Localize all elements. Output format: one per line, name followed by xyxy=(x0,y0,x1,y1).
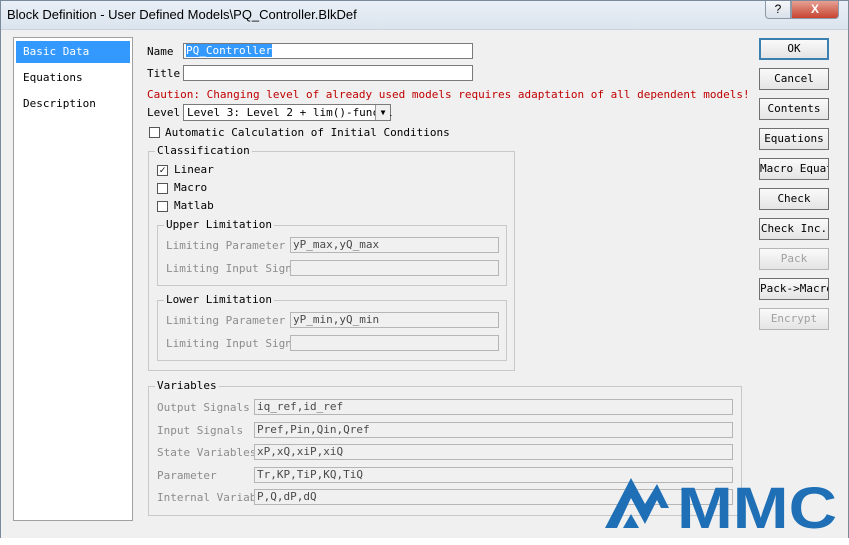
upper-param-label: Limiting Parameter xyxy=(166,239,286,252)
state-variables-label: State Variables xyxy=(157,446,257,459)
tab-panel: Basic Data Equations Description xyxy=(13,37,133,521)
output-signals-label: Output Signals xyxy=(157,401,250,414)
upper-limitation-group: Upper Limitation Limiting Parameter yP_m… xyxy=(157,218,507,286)
dialog-window: Block Definition - User Defined Models\P… xyxy=(0,0,849,545)
input-signals-field[interactable]: Pref,Pin,Qin,Qref xyxy=(254,422,733,438)
title-label: Title xyxy=(147,67,181,80)
output-signals-field[interactable]: iq_ref,id_ref xyxy=(254,399,733,415)
dialog-client: Basic Data Equations Description Name PQ… xyxy=(7,31,842,538)
macro-equat-button[interactable]: Macro Equat. xyxy=(759,158,829,180)
close-button[interactable]: X xyxy=(791,1,839,19)
check-inc-button[interactable]: Check Inc. xyxy=(759,218,829,240)
internal-variables-label: Internal Variabl xyxy=(157,491,263,504)
check-button[interactable]: Check xyxy=(759,188,829,210)
upper-param-field[interactable]: yP_max,yQ_max xyxy=(290,237,499,253)
macro-label: Macro xyxy=(174,181,208,194)
level-value: Level 3: Level 2 + lim()-functi xyxy=(187,106,393,119)
upper-limitation-title: Upper Limitation xyxy=(164,218,274,231)
dropdown-arrow-icon[interactable]: ▼ xyxy=(375,105,390,120)
tab-basic-data[interactable]: Basic Data xyxy=(16,41,130,63)
upper-input-label: Limiting Input Signa xyxy=(166,262,299,275)
title-field[interactable] xyxy=(183,65,473,81)
pack-macro-button[interactable]: Pack->Macro xyxy=(759,278,829,300)
lower-param-label: Limiting Parameter xyxy=(166,314,286,327)
pack-button[interactable]: Pack xyxy=(759,248,829,270)
tab-description[interactable]: Description xyxy=(16,93,130,115)
title-bar: Block Definition - User Defined Models\P… xyxy=(1,1,848,30)
bottom-margin xyxy=(0,538,849,545)
parameter-label: Parameter xyxy=(157,469,217,482)
lower-param-field[interactable]: yP_min,yQ_min xyxy=(290,312,499,328)
linear-label: Linear xyxy=(174,163,214,176)
equations-button[interactable]: Equations xyxy=(759,128,829,150)
ok-button[interactable]: OK xyxy=(759,38,829,60)
help-button[interactable]: ? xyxy=(765,1,791,19)
matlab-checkbox[interactable] xyxy=(157,201,168,212)
encrypt-button[interactable]: Encrypt xyxy=(759,308,829,330)
tab-equations[interactable]: Equations xyxy=(16,67,130,89)
window-title: Block Definition - User Defined Models\P… xyxy=(7,7,357,22)
input-signals-label: Input Signals xyxy=(157,424,244,437)
name-label: Name xyxy=(147,45,174,58)
cancel-button[interactable]: Cancel xyxy=(759,68,829,90)
state-variables-field[interactable]: xP,xQ,xiP,xiQ xyxy=(254,444,733,460)
level-label: Level xyxy=(147,106,181,119)
logo-text: MMC xyxy=(677,478,837,534)
macro-checkbox[interactable] xyxy=(157,183,168,194)
classification-group: Classification ✓ Linear Macro Matlab Upp… xyxy=(148,144,515,371)
lower-limitation-group: Lower Limitation Limiting Parameter yP_m… xyxy=(157,293,507,361)
mmc-logo-icon: MMC xyxy=(605,478,837,534)
name-value: PQ_Controller xyxy=(186,44,273,57)
name-field[interactable]: PQ_Controller xyxy=(183,43,473,59)
auto-calc-checkbox[interactable] xyxy=(149,127,160,138)
upper-input-field[interactable] xyxy=(290,260,499,276)
logo-mark xyxy=(605,478,669,528)
lower-limitation-title: Lower Limitation xyxy=(164,293,274,306)
contents-button[interactable]: Contents xyxy=(759,98,829,120)
linear-checkbox[interactable]: ✓ xyxy=(157,165,168,176)
matlab-label: Matlab xyxy=(174,199,214,212)
level-select[interactable]: Level 3: Level 2 + lim()-functi ▼ xyxy=(183,104,393,121)
lower-input-label: Limiting Input Signa xyxy=(166,337,299,350)
variables-title: Variables xyxy=(155,379,219,392)
auto-calc-label: Automatic Calculation of Initial Conditi… xyxy=(165,126,450,139)
classification-title: Classification xyxy=(155,144,252,157)
caution-message: Caution: Changing level of already used … xyxy=(147,88,750,101)
lower-input-field[interactable] xyxy=(290,335,499,351)
